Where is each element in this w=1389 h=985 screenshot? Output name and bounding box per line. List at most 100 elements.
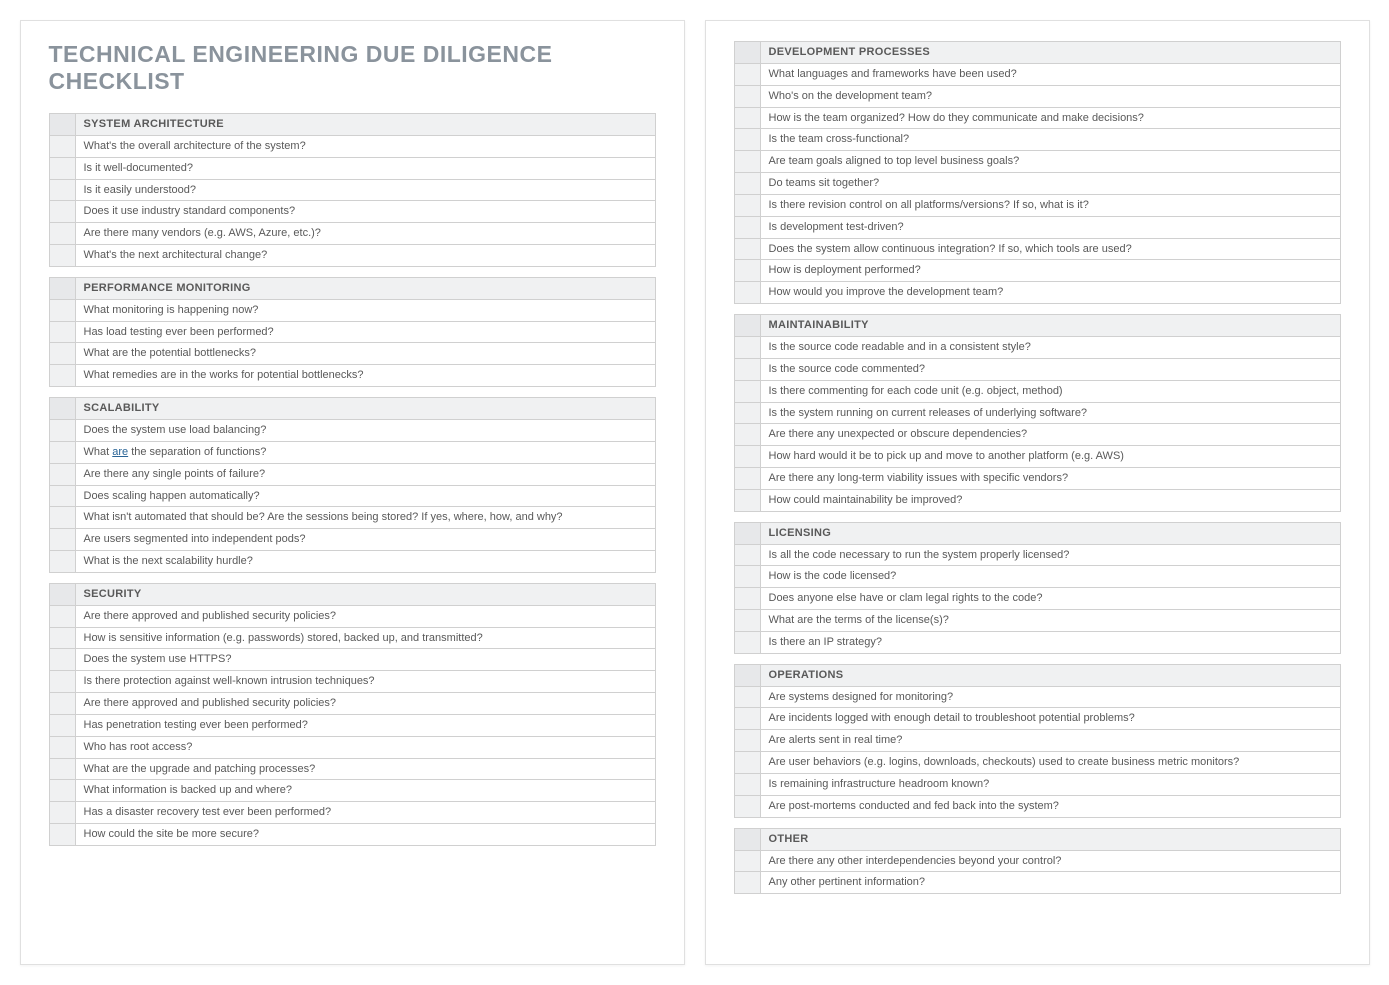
sections-container-right: DEVELOPMENT PROCESSESWhat languages and …: [734, 41, 1341, 894]
checkbox-cell[interactable]: [735, 687, 761, 708]
checkbox-cell[interactable]: [50, 245, 76, 266]
checkbox-cell[interactable]: [735, 195, 761, 216]
checklist-item-text: Is the team cross-functional?: [761, 129, 1340, 150]
checkbox-cell[interactable]: [735, 610, 761, 631]
checklist-item-text: Are alerts sent in real time?: [761, 730, 1340, 751]
checkbox-cell[interactable]: [735, 752, 761, 773]
checkbox-cell[interactable]: [50, 136, 76, 157]
checkbox-cell[interactable]: [50, 158, 76, 179]
checkbox-cell[interactable]: [735, 151, 761, 172]
checklist-item-row: Are alerts sent in real time?: [734, 730, 1341, 752]
checkbox-cell[interactable]: [50, 780, 76, 801]
checkbox-cell[interactable]: [735, 708, 761, 729]
checkbox-cell[interactable]: [50, 715, 76, 736]
checkbox-cell[interactable]: [735, 64, 761, 85]
checkbox-cell[interactable]: [735, 446, 761, 467]
checkbox-cell[interactable]: [50, 278, 76, 299]
checkbox-cell[interactable]: [50, 322, 76, 343]
checkbox-cell[interactable]: [735, 173, 761, 194]
checkbox-cell[interactable]: [50, 398, 76, 419]
checkbox-cell[interactable]: [50, 420, 76, 441]
checkbox-cell[interactable]: [735, 217, 761, 238]
checkbox-cell[interactable]: [735, 403, 761, 424]
checkbox-cell[interactable]: [50, 671, 76, 692]
checklist-item-row: Any other pertinent information?: [734, 872, 1341, 894]
checkbox-cell[interactable]: [50, 551, 76, 572]
sections-container-left: SYSTEM ARCHITECTUREWhat's the overall ar…: [49, 113, 656, 846]
checkbox-cell[interactable]: [50, 693, 76, 714]
checkbox-cell[interactable]: [735, 108, 761, 129]
checkbox-cell[interactable]: [735, 260, 761, 281]
checkbox-cell[interactable]: [735, 282, 761, 303]
checkbox-cell[interactable]: [735, 774, 761, 795]
checkbox-cell[interactable]: [50, 507, 76, 528]
checkbox-cell[interactable]: [735, 490, 761, 511]
checklist-item-text: Are user behaviors (e.g. logins, downloa…: [761, 752, 1340, 773]
checkbox-cell[interactable]: [50, 628, 76, 649]
checklist-item-text: Are there approved and published securit…: [76, 693, 655, 714]
checkbox-cell[interactable]: [735, 359, 761, 380]
checklist-item-row: Who's on the development team?: [734, 86, 1341, 108]
checklist-item-text: Does the system allow continuous integra…: [761, 239, 1340, 260]
checkbox-cell[interactable]: [50, 737, 76, 758]
checkbox-cell[interactable]: [735, 796, 761, 817]
checklist-item-row: Is the source code readable and in a con…: [734, 337, 1341, 359]
checkbox-cell[interactable]: [735, 545, 761, 566]
checkbox-cell[interactable]: [50, 464, 76, 485]
checkbox-cell[interactable]: [50, 201, 76, 222]
checklist-item-text: Who's on the development team?: [761, 86, 1340, 107]
checklist-item-row: What are the upgrade and patching proces…: [49, 759, 656, 781]
checklist-item-row: What are the separation of functions?: [49, 442, 656, 464]
checklist-item-text: What are the separation of functions?: [76, 442, 655, 463]
checklist-item-row: What's the overall architecture of the s…: [49, 136, 656, 158]
checkbox-cell[interactable]: [50, 824, 76, 845]
checkbox-cell[interactable]: [50, 584, 76, 605]
checkbox-cell[interactable]: [50, 343, 76, 364]
checkbox-cell[interactable]: [50, 180, 76, 201]
checklist-item-text: Do teams sit together?: [761, 173, 1340, 194]
checkbox-cell[interactable]: [735, 424, 761, 445]
checkbox-cell[interactable]: [50, 442, 76, 463]
checkbox-cell[interactable]: [735, 829, 761, 850]
checkbox-cell[interactable]: [735, 468, 761, 489]
checklist-item-row: How is the team organized? How do they c…: [734, 108, 1341, 130]
checkbox-cell[interactable]: [735, 86, 761, 107]
checklist-item-row: Are user behaviors (e.g. logins, downloa…: [734, 752, 1341, 774]
checklist-item-row: Are users segmented into independent pod…: [49, 529, 656, 551]
checkbox-cell[interactable]: [50, 606, 76, 627]
checklist-item-text: What's the overall architecture of the s…: [76, 136, 655, 157]
checkbox-cell[interactable]: [50, 486, 76, 507]
checkbox-cell[interactable]: [735, 851, 761, 872]
checkbox-cell[interactable]: [50, 114, 76, 135]
checkbox-cell[interactable]: [735, 632, 761, 653]
checkbox-cell[interactable]: [50, 529, 76, 550]
checklist-item-row: Are incidents logged with enough detail …: [734, 708, 1341, 730]
checkbox-cell[interactable]: [50, 300, 76, 321]
checkbox-cell[interactable]: [50, 759, 76, 780]
checkbox-cell[interactable]: [735, 129, 761, 150]
checklist-item-row: Is remaining infrastructure headroom kno…: [734, 774, 1341, 796]
checklist-item-text: How is sensitive information (e.g. passw…: [76, 628, 655, 649]
checkbox-cell[interactable]: [735, 665, 761, 686]
checkbox-cell[interactable]: [735, 588, 761, 609]
checkbox-cell[interactable]: [50, 223, 76, 244]
checklist-item-row: What's the next architectural change?: [49, 245, 656, 267]
checkbox-cell[interactable]: [735, 239, 761, 260]
checkbox-cell[interactable]: [50, 802, 76, 823]
checkbox-cell[interactable]: [735, 42, 761, 63]
checkbox-cell[interactable]: [735, 337, 761, 358]
checklist-item-row: What languages and frameworks have been …: [734, 64, 1341, 86]
checklist-item-text: How would you improve the development te…: [761, 282, 1340, 303]
checklist-item-text: How hard would it be to pick up and move…: [761, 446, 1340, 467]
checkbox-cell[interactable]: [735, 523, 761, 544]
checkbox-cell[interactable]: [735, 872, 761, 893]
checklist-item-row: How would you improve the development te…: [734, 282, 1341, 304]
checklist-item-text: Is remaining infrastructure headroom kno…: [761, 774, 1340, 795]
checkbox-cell[interactable]: [735, 381, 761, 402]
checkbox-cell[interactable]: [50, 649, 76, 670]
checkbox-cell[interactable]: [735, 730, 761, 751]
checkbox-cell[interactable]: [735, 315, 761, 336]
checkbox-cell[interactable]: [50, 365, 76, 386]
checklist-item-text: Is there an IP strategy?: [761, 632, 1340, 653]
checkbox-cell[interactable]: [735, 566, 761, 587]
